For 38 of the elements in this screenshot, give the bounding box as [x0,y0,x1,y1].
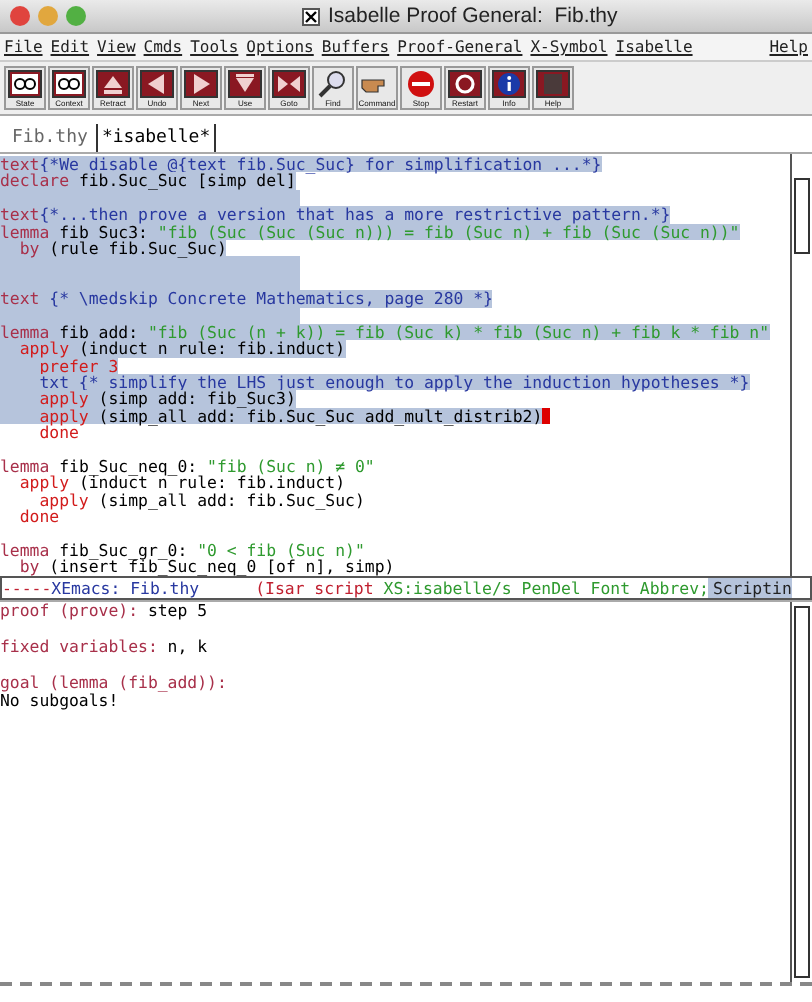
buffer-tab[interactable]: Fib.thy [8,124,92,152]
code-line: apply (simp add: fib_Suc3) [0,390,790,408]
code-line: apply (induct n rule: fib.induct) [19,474,348,492]
menu-item[interactable]: Cmds [143,38,183,56]
menu-item[interactable]: Buffers [321,38,390,56]
response-line: No subgoals! [0,692,121,710]
magnifier-icon [316,70,350,98]
response-line: goal (lemma (fib_add)): [0,674,229,692]
code-line: done [17,508,60,526]
x-icon [302,7,320,25]
menu-item[interactable]: X-Symbol [530,38,608,56]
response-line: proof (prove): step 5 [0,602,210,620]
cycle-icon [448,70,482,98]
menu-item[interactable]: Tools [190,38,239,56]
menu-item[interactable]: Help [769,38,808,56]
scrollbar[interactable] [790,154,812,576]
scrollbar-thumb[interactable] [794,178,810,254]
response-line: fixed variables: n, k [0,638,210,656]
stop-sign-icon [404,70,438,98]
code-line: done [37,424,79,442]
menu-item[interactable]: View [97,38,136,56]
close-icon[interactable] [10,6,30,26]
window-title: Isabelle Proof General: Fib.thy [328,4,618,28]
code-line: lemma fib_Suc_gr_0: "0 < fib (Suc n)" [0,541,365,559]
eyes-icon [52,70,86,98]
arrow-icon [272,70,306,98]
menu-item[interactable]: Proof-General [397,38,523,56]
menu-item[interactable]: Edit [50,38,90,56]
eyes-icon [8,70,42,98]
menu-item[interactable]: File [4,38,43,56]
info-icon [492,70,526,98]
code-line: apply (simp_all add: fib.Suc_Suc) [39,491,367,509]
menu-item[interactable]: Isabelle [615,38,693,56]
menu-item[interactable]: Options [246,38,314,56]
code-line: by (insert fib_Suc_neq_0 [of n], simp) [19,558,397,576]
code-line: lemma fib_Suc_neq_0: "fib (Suc n) ≠ 0" [0,458,377,475]
buffer-tab[interactable]: *isabelle* [95,124,217,152]
code-line: apply (induct n rule: fib.induct) [0,340,790,358]
